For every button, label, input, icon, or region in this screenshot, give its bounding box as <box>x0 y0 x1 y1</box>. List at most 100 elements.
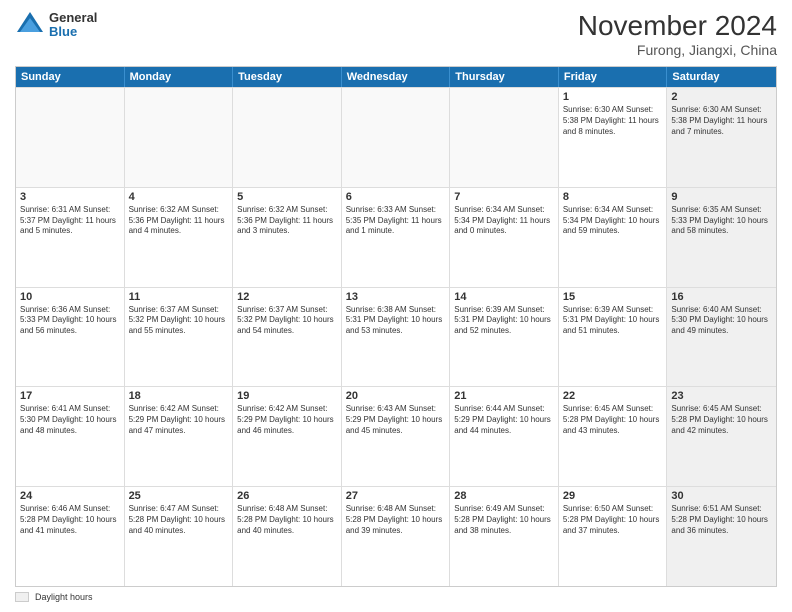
day-number: 16 <box>671 291 772 303</box>
col-header-sunday: Sunday <box>16 67 125 87</box>
day-number: 24 <box>20 490 120 502</box>
day-cell-24: 24 Sunrise: 6:46 AM Sunset: 5:28 PM Dayli… <box>16 487 125 586</box>
day-number: 13 <box>346 291 446 303</box>
day-info: Sunrise: 6:47 AM Sunset: 5:28 PM Dayligh… <box>129 504 229 536</box>
day-info: Sunrise: 6:32 AM Sunset: 5:36 PM Dayligh… <box>237 205 337 237</box>
day-cell-29: 29 Sunrise: 6:50 AM Sunset: 5:28 PM Dayli… <box>559 487 668 586</box>
day-number: 30 <box>671 490 772 502</box>
day-number: 1 <box>563 91 663 103</box>
logo-text: General Blue <box>49 11 97 40</box>
day-info: Sunrise: 6:33 AM Sunset: 5:35 PM Dayligh… <box>346 205 446 237</box>
col-header-tuesday: Tuesday <box>233 67 342 87</box>
day-cell-4: 4Sunrise: 6:32 AM Sunset: 5:36 PM Daylig… <box>125 188 234 287</box>
day-info: Sunrise: 6:37 AM Sunset: 5:32 PM Dayligh… <box>237 305 337 337</box>
col-header-friday: Friday <box>559 67 668 87</box>
day-info: Sunrise: 6:35 AM Sunset: 5:33 PM Dayligh… <box>671 205 772 237</box>
logo-line1: General <box>49 11 97 25</box>
day-number: 5 <box>237 191 337 203</box>
day-cell-17: 17 Sunrise: 6:41 AM Sunset: 5:30 PM Dayli… <box>16 387 125 486</box>
col-header-wednesday: Wednesday <box>342 67 451 87</box>
day-info: Sunrise: 6:40 AM Sunset: 5:30 PM Dayligh… <box>671 305 772 337</box>
day-info: Sunrise: 6:44 AM Sunset: 5:29 PM Dayligh… <box>454 404 554 436</box>
day-cell-3: 3 Sunrise: 6:31 AM Sunset: 5:37 PM Daylig… <box>16 188 125 287</box>
day-number: 15 <box>563 291 663 303</box>
day-number: 21 <box>454 390 554 402</box>
day-info: Sunrise: 6:39 AM Sunset: 5:31 PM Dayligh… <box>454 305 554 337</box>
day-info: Sunrise: 6:36 AM Sunset: 5:33 PM Dayligh… <box>20 305 120 337</box>
week-row-5: 24 Sunrise: 6:46 AM Sunset: 5:28 PM Dayli… <box>16 486 776 586</box>
day-cell-1: 1 Sunrise: 6:30 AM Sunset: 5:38 PM Daylig… <box>559 88 668 187</box>
day-info: Sunrise: 6:42 AM Sunset: 5:29 PM Dayligh… <box>129 404 229 436</box>
day-number: 28 <box>454 490 554 502</box>
day-info: Sunrise: 6:38 AM Sunset: 5:31 PM Dayligh… <box>346 305 446 337</box>
legend: Daylight hours <box>15 592 777 602</box>
day-info: Sunrise: 6:34 AM Sunset: 5:34 PM Dayligh… <box>454 205 554 237</box>
col-header-thursday: Thursday <box>450 67 559 87</box>
day-number: 22 <box>563 390 663 402</box>
day-number: 29 <box>563 490 663 502</box>
logo: General Blue <box>15 10 97 40</box>
day-cell-11: 11 Sunrise: 6:37 AM Sunset: 5:32 PM Dayli… <box>125 288 234 387</box>
day-number: 25 <box>129 490 229 502</box>
empty-cell-0-1 <box>125 88 234 187</box>
day-info: Sunrise: 6:46 AM Sunset: 5:28 PM Dayligh… <box>20 504 120 536</box>
day-number: 3 <box>20 191 120 203</box>
day-cell-28: 28Sunrise: 6:49 AM Sunset: 5:28 PM Dayli… <box>450 487 559 586</box>
day-cell-9: 9Sunrise: 6:35 AM Sunset: 5:33 PM Daylig… <box>667 188 776 287</box>
day-cell-6: 6 Sunrise: 6:33 AM Sunset: 5:35 PM Daylig… <box>342 188 451 287</box>
logo-line2: Blue <box>49 25 97 39</box>
legend-shaded-box <box>15 592 29 602</box>
day-number: 27 <box>346 490 446 502</box>
day-cell-10: 10 Sunrise: 6:36 AM Sunset: 5:33 PM Dayli… <box>16 288 125 387</box>
week-row-3: 10 Sunrise: 6:36 AM Sunset: 5:33 PM Dayli… <box>16 287 776 387</box>
day-info: Sunrise: 6:41 AM Sunset: 5:30 PM Dayligh… <box>20 404 120 436</box>
day-info: Sunrise: 6:45 AM Sunset: 5:28 PM Dayligh… <box>563 404 663 436</box>
day-cell-14: 14Sunrise: 6:39 AM Sunset: 5:31 PM Dayli… <box>450 288 559 387</box>
day-number: 17 <box>20 390 120 402</box>
day-cell-22: 22 Sunrise: 6:45 AM Sunset: 5:28 PM Dayli… <box>559 387 668 486</box>
day-cell-2: 2Sunrise: 6:30 AM Sunset: 5:38 PM Daylig… <box>667 88 776 187</box>
day-info: Sunrise: 6:45 AM Sunset: 5:28 PM Dayligh… <box>671 404 772 436</box>
title-block: November 2024 Furong, Jiangxi, China <box>578 10 777 58</box>
legend-label: Daylight hours <box>35 592 93 602</box>
day-cell-30: 30 Sunrise: 6:51 AM Sunset: 5:28 PM Dayli… <box>667 487 776 586</box>
day-info: Sunrise: 6:31 AM Sunset: 5:37 PM Dayligh… <box>20 205 120 237</box>
day-info: Sunrise: 6:48 AM Sunset: 5:28 PM Dayligh… <box>237 504 337 536</box>
calendar-header-row: SundayMondayTuesdayWednesdayThursdayFrid… <box>16 67 776 87</box>
day-cell-20: 20Sunrise: 6:43 AM Sunset: 5:29 PM Dayli… <box>342 387 451 486</box>
day-cell-25: 25 Sunrise: 6:47 AM Sunset: 5:28 PM Dayli… <box>125 487 234 586</box>
day-info: Sunrise: 6:50 AM Sunset: 5:28 PM Dayligh… <box>563 504 663 536</box>
day-number: 6 <box>346 191 446 203</box>
day-cell-5: 5 Sunrise: 6:32 AM Sunset: 5:36 PM Daylig… <box>233 188 342 287</box>
week-row-4: 17 Sunrise: 6:41 AM Sunset: 5:30 PM Dayli… <box>16 386 776 486</box>
day-info: Sunrise: 6:51 AM Sunset: 5:28 PM Dayligh… <box>671 504 772 536</box>
day-number: 4 <box>129 191 229 203</box>
day-number: 11 <box>129 291 229 303</box>
empty-cell-0-0 <box>16 88 125 187</box>
day-cell-23: 23 Sunrise: 6:45 AM Sunset: 5:28 PM Dayli… <box>667 387 776 486</box>
day-cell-8: 8Sunrise: 6:34 AM Sunset: 5:34 PM Daylig… <box>559 188 668 287</box>
day-info: Sunrise: 6:39 AM Sunset: 5:31 PM Dayligh… <box>563 305 663 337</box>
calendar-subtitle: Furong, Jiangxi, China <box>578 42 777 58</box>
col-header-saturday: Saturday <box>667 67 776 87</box>
day-info: Sunrise: 6:42 AM Sunset: 5:29 PM Dayligh… <box>237 404 337 436</box>
day-cell-18: 18Sunrise: 6:42 AM Sunset: 5:29 PM Dayli… <box>125 387 234 486</box>
day-cell-27: 27 Sunrise: 6:48 AM Sunset: 5:28 PM Dayli… <box>342 487 451 586</box>
calendar-title: November 2024 <box>578 10 777 42</box>
day-number: 26 <box>237 490 337 502</box>
day-number: 7 <box>454 191 554 203</box>
day-info: Sunrise: 6:48 AM Sunset: 5:28 PM Dayligh… <box>346 504 446 536</box>
day-info: Sunrise: 6:30 AM Sunset: 5:38 PM Dayligh… <box>671 105 772 137</box>
day-info: Sunrise: 6:34 AM Sunset: 5:34 PM Dayligh… <box>563 205 663 237</box>
day-info: Sunrise: 6:37 AM Sunset: 5:32 PM Dayligh… <box>129 305 229 337</box>
day-info: Sunrise: 6:30 AM Sunset: 5:38 PM Dayligh… <box>563 105 663 137</box>
day-cell-21: 21 Sunrise: 6:44 AM Sunset: 5:29 PM Dayli… <box>450 387 559 486</box>
calendar-body: 1 Sunrise: 6:30 AM Sunset: 5:38 PM Daylig… <box>16 87 776 586</box>
day-number: 20 <box>346 390 446 402</box>
calendar: SundayMondayTuesdayWednesdayThursdayFrid… <box>15 66 777 587</box>
day-cell-15: 15 Sunrise: 6:39 AM Sunset: 5:31 PM Dayli… <box>559 288 668 387</box>
day-cell-12: 12Sunrise: 6:37 AM Sunset: 5:32 PM Dayli… <box>233 288 342 387</box>
day-number: 10 <box>20 291 120 303</box>
page: General Blue November 2024 Furong, Jiang… <box>0 0 792 612</box>
day-number: 23 <box>671 390 772 402</box>
